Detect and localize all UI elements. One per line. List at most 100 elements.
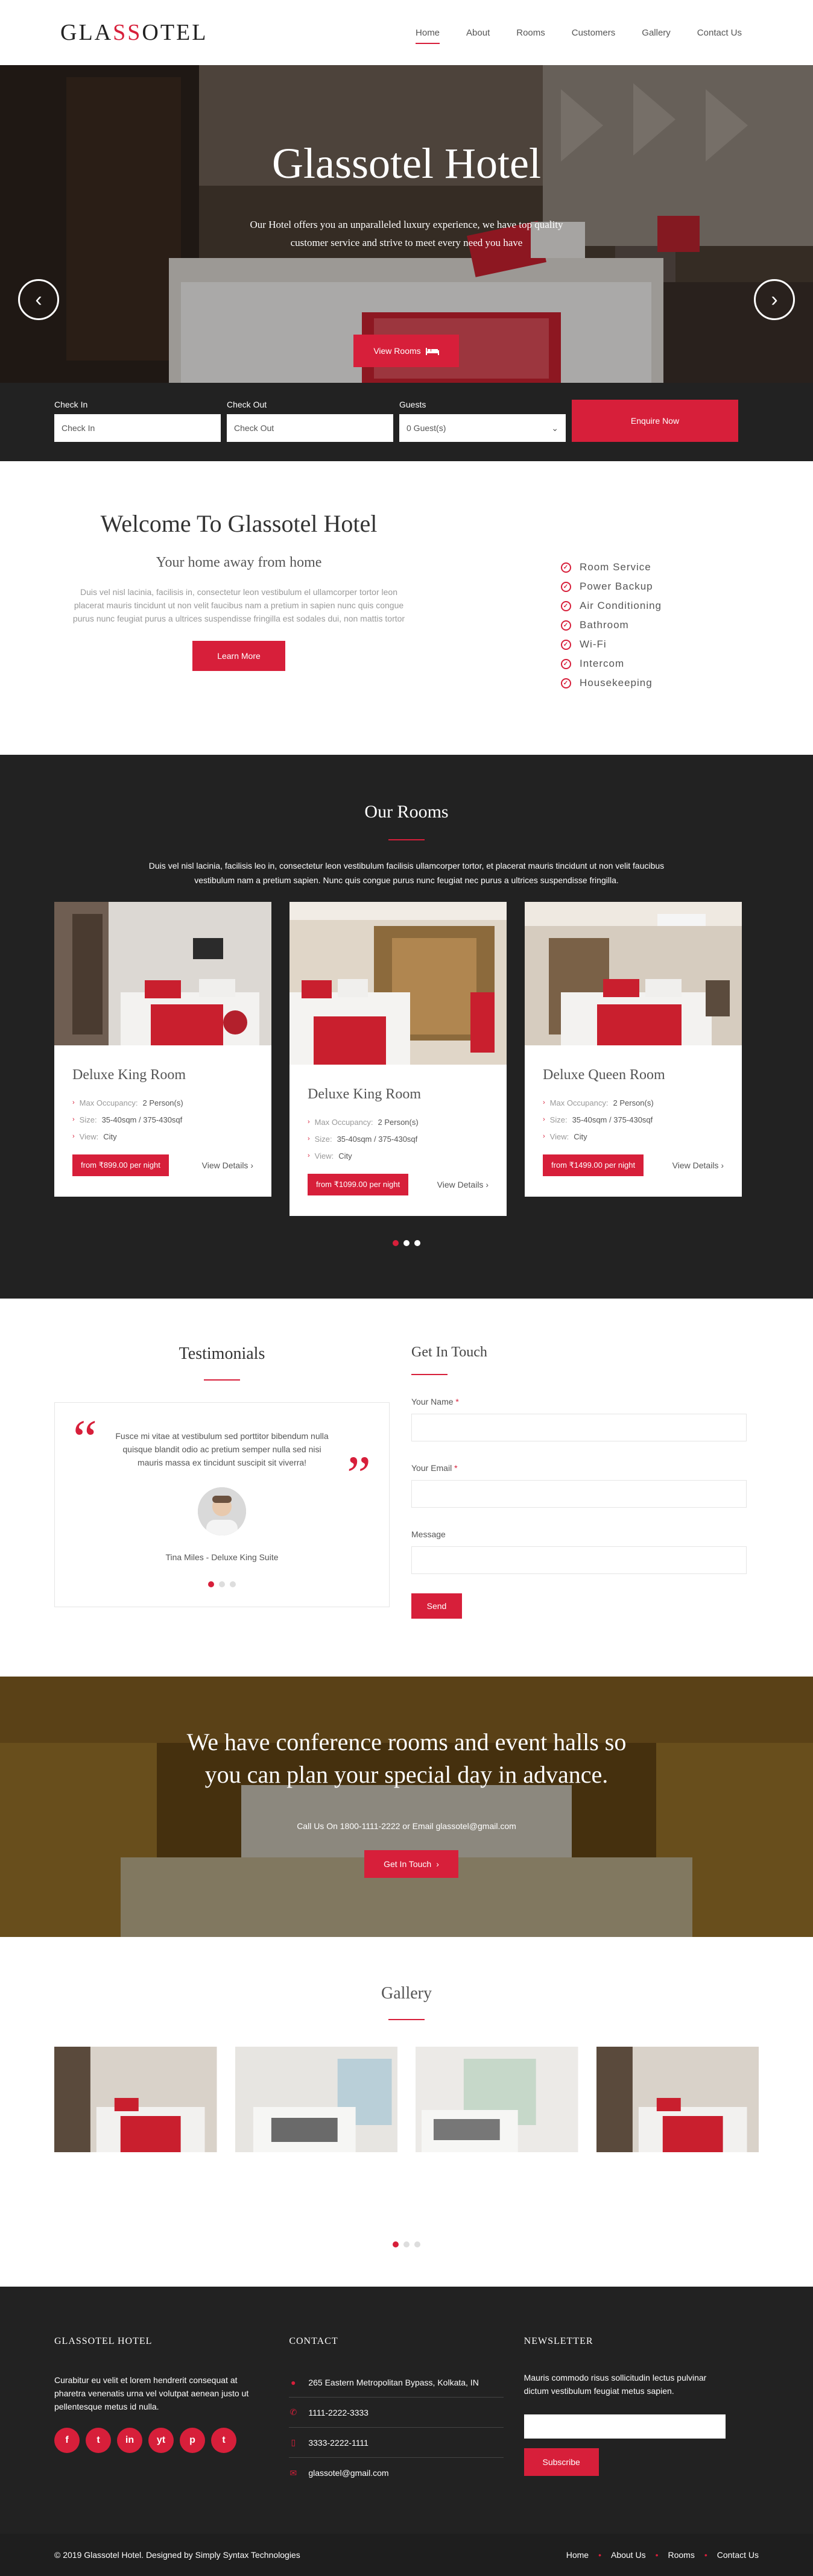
subscribe-button[interactable]: Subscribe [524,2448,599,2476]
social-links: f t in yt p t [54,2428,289,2453]
nav-contact[interactable]: Contact Us [684,28,755,38]
carousel-dot[interactable] [393,1240,399,1246]
youtube-icon[interactable]: yt [148,2428,174,2453]
nav-about[interactable]: About [453,28,503,38]
room-cards: Deluxe King Room › Max Occupancy: 2 Person… [54,902,759,1216]
send-button[interactable]: Send [411,1593,462,1619]
guests-select[interactable]: 0 Guest(s) ⌄ [399,414,566,442]
footer-nav-contact[interactable]: Contact Us [717,2550,759,2560]
footer-mobile: ▯ 3333-2222-1111 [289,2428,504,2458]
check-circle-icon: ✓ [561,620,571,631]
footer-nav: Home • About Us • Rooms • Contact Us [566,2550,759,2560]
guests-label: Guests [399,400,426,409]
nav-home[interactable]: Home [402,28,453,44]
conference-banner: We have conference rooms and event halls… [0,1677,813,1937]
newsletter-email-input[interactable] [524,2414,726,2439]
footer-nav-home[interactable]: Home [566,2550,589,2560]
gallery-image[interactable] [235,2047,398,2152]
amenity-item: ✓ Housekeeping [561,673,662,693]
checkout-field-group: Check Out Check Out [227,400,393,442]
view-details-label: View Details [437,1180,484,1189]
logo-text-right: OTEL [142,20,208,45]
room-price-button[interactable]: from ₹899.00 per night [72,1154,169,1176]
nav-customers[interactable]: Customers [558,28,629,38]
email-text[interactable]: glassotel@gmail.com [308,2468,388,2478]
footer-nav-rooms[interactable]: Rooms [668,2550,694,2560]
carousel-dot[interactable] [208,1581,214,1587]
view-details-link[interactable]: View Details › [672,1160,724,1170]
phone-icon: ✆ [289,2407,297,2417]
footer-address: ● 265 Eastern Metropolitan Bypass, Kolkat… [289,2367,504,2398]
room-price-button[interactable]: from ₹1099.00 per night [308,1174,409,1195]
learn-more-button[interactable]: Learn More [192,641,285,671]
testimonials-title: Testimonials [179,1344,265,1363]
amenity-item: ✓ Air Conditioning [561,596,662,616]
message-textarea[interactable] [411,1546,747,1574]
footer: GLASSOTEL HOTEL Curabitur eu velit et lo… [0,2287,813,2534]
logo[interactable]: GLA SS OTEL [60,19,207,46]
gallery-image[interactable] [596,2047,759,2152]
check-circle-icon: ✓ [561,600,571,611]
email-input[interactable] [411,1480,747,1508]
room-card[interactable]: Deluxe King Room › Max Occupancy: 2 Person… [54,902,271,1197]
view-rooms-button[interactable]: View Rooms [353,335,459,367]
email-label: Your Email * [411,1463,747,1473]
carousel-dot[interactable] [393,2241,399,2247]
footer-about-title: GLASSOTEL HOTEL [54,2336,153,2346]
dot-separator: • [655,2550,659,2560]
footer-contact-title: CONTACT [289,2336,338,2346]
gallery-image[interactable] [54,2047,217,2152]
checkout-input[interactable]: Check Out [227,414,393,442]
copyright-text: © 2019 Glassotel Hotel. Designed by Simp… [54,2550,300,2560]
view-details-link[interactable]: View Details › [437,1180,489,1189]
hero-text: Our Hotel offers you an unparalleled lux… [250,219,563,248]
carousel-dot[interactable] [219,1581,225,1587]
room-card[interactable]: Deluxe Queen Room › Max Occupancy: 2 Perso… [525,902,742,1197]
name-input[interactable] [411,1414,747,1441]
testimonial-card: “ ” Fusce mi vitae at vestibulum sed por… [54,1402,390,1607]
nav-rooms[interactable]: Rooms [503,28,558,38]
size-value: 35-40sqm / 375-430sqf [572,1115,653,1124]
rooms-carousel-dots [54,1240,759,1246]
instagram-icon[interactable]: in [117,2428,142,2453]
view-details-label: View Details [672,1160,719,1170]
gallery-image[interactable] [416,2047,578,2152]
enquire-now-button[interactable]: Enquire Now [572,400,738,442]
footer-nav-about[interactable]: About Us [611,2550,646,2560]
title-divider [411,1374,448,1375]
tumblr-icon[interactable]: t [211,2428,236,2453]
room-card[interactable]: Deluxe King Room › Max Occupancy: 2 Person… [289,902,507,1216]
hero-prev-arrow-icon[interactable]: ‹ [18,279,59,320]
hero-title: Glassotel Hotel [272,139,541,187]
check-circle-icon: ✓ [561,639,571,650]
carousel-dot[interactable] [230,1581,236,1587]
nav-gallery[interactable]: Gallery [628,28,684,38]
amenity-label: Bathroom [580,619,629,631]
view-details-link[interactable]: View Details › [202,1160,253,1170]
welcome-text: Duis vel nisl lacinia, facilisis in, con… [72,587,405,623]
phone-text[interactable]: 1111-2222-3333 [308,2408,369,2417]
carousel-dot[interactable] [403,2241,410,2247]
carousel-dot[interactable] [414,1240,420,1246]
get-in-touch-button[interactable]: Get In Touch › [364,1850,458,1878]
footer-newsletter: NEWSLETTER Mauris commodo risus sollicit… [524,2336,759,2488]
mobile-text[interactable]: 3333-2222-1111 [308,2438,369,2448]
message-label: Message [411,1529,446,1539]
rooms-section: Our Rooms Duis vel nisl lacinia, facilis… [0,755,813,1299]
pinterest-icon[interactable]: p [180,2428,205,2453]
check-circle-icon: ✓ [561,581,571,592]
testimonial-quote: Fusce mi vitae at vestibulum sed porttit… [115,1431,329,1467]
room-price-button[interactable]: from ₹1499.00 per night [543,1154,644,1176]
twitter-icon[interactable]: t [86,2428,111,2453]
checkin-input[interactable]: Check In [54,414,221,442]
facebook-icon[interactable]: f [54,2428,80,2453]
testimonials-contact-section: Testimonials “ ” Fusce mi vitae at vesti… [0,1299,813,1677]
carousel-dot[interactable] [403,1240,410,1246]
welcome-title: Welcome To Glassotel Hotel [100,510,378,537]
name-label-text: Your Name [411,1397,454,1406]
hero-next-arrow-icon[interactable]: › [754,279,795,320]
checkin-field-group: Check In Check In [54,400,221,442]
carousel-dot[interactable] [414,2241,420,2247]
rooms-intro: Duis vel nisl lacinia, facilisis leo in,… [148,861,665,885]
chevron-right-icon: › [543,1133,545,1140]
